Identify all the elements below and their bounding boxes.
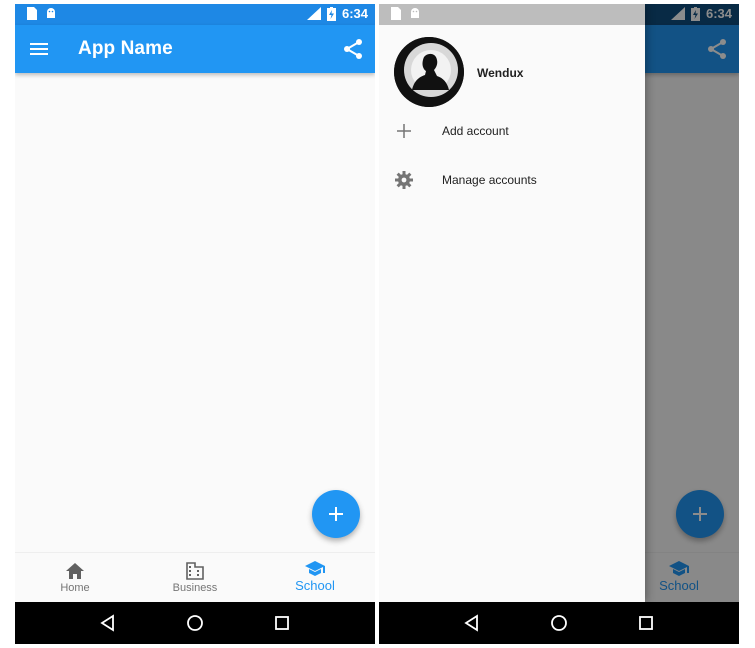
- nav-item-home[interactable]: Home: [15, 553, 135, 602]
- drawer-status-bar: [379, 4, 645, 25]
- status-time: 6:34: [341, 6, 368, 21]
- home-icon: [66, 563, 84, 579]
- manage-accounts-label: Manage accounts: [442, 173, 537, 187]
- account-name: Wendux: [477, 66, 524, 80]
- business-icon: [186, 562, 204, 580]
- app-bar: App Name: [15, 25, 375, 73]
- nav-item-school[interactable]: School: [255, 553, 375, 602]
- manage-accounts-item[interactable]: Manage accounts: [379, 162, 645, 202]
- back-icon[interactable]: [99, 614, 117, 632]
- phone-screen-main: 6:34 App Name Home Business School: [15, 4, 375, 644]
- android-icon: [47, 8, 55, 18]
- recents-icon[interactable]: [273, 614, 291, 632]
- nav-label-home: Home: [60, 582, 90, 594]
- battery-icon: [326, 6, 336, 21]
- home-circle-icon[interactable]: [186, 614, 204, 632]
- bottom-navigation: Home Business School: [15, 552, 375, 602]
- account-avatar[interactable]: [394, 37, 464, 107]
- menu-icon[interactable]: [27, 37, 51, 61]
- back-icon[interactable]: [463, 614, 481, 632]
- sd-card-icon: [27, 7, 37, 20]
- nav-label-school: School: [295, 578, 335, 593]
- phone-screen-drawer-open: 6:34 School Wendux Add account Manage ac…: [379, 4, 739, 644]
- plus-icon: [397, 124, 411, 138]
- system-navigation-bar: [15, 602, 375, 644]
- add-account-item[interactable]: Add account: [379, 113, 645, 153]
- app-title: App Name: [78, 38, 173, 59]
- android-icon: [411, 8, 419, 18]
- add-fab-button[interactable]: [312, 490, 360, 538]
- status-bar: 6:34: [15, 4, 375, 25]
- recents-icon[interactable]: [637, 614, 655, 632]
- navigation-drawer: Wendux Add account Manage accounts: [379, 4, 645, 602]
- system-navigation-bar: [379, 602, 739, 644]
- avatar-image: [394, 37, 464, 107]
- nav-item-business[interactable]: Business: [135, 553, 255, 602]
- nav-label-business: Business: [172, 582, 218, 594]
- school-icon: [305, 561, 325, 576]
- home-circle-icon[interactable]: [550, 614, 568, 632]
- add-account-label: Add account: [442, 124, 509, 138]
- plus-icon: [329, 507, 343, 521]
- signal-icon: [306, 7, 321, 20]
- gear-icon: [395, 171, 413, 189]
- share-icon[interactable]: [341, 37, 365, 61]
- sd-card-icon: [391, 7, 401, 20]
